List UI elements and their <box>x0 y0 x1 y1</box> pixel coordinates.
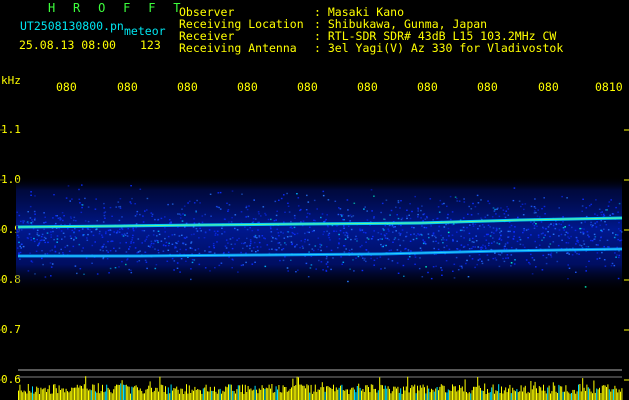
hrofft-screen: H R O F F T UT2508130800.pn meteor 25.08… <box>0 0 629 400</box>
y-tick-marks <box>0 129 5 381</box>
spectrogram-plot <box>0 129 629 400</box>
right-tick-marks <box>624 129 629 381</box>
echo-level-bars <box>18 376 623 400</box>
